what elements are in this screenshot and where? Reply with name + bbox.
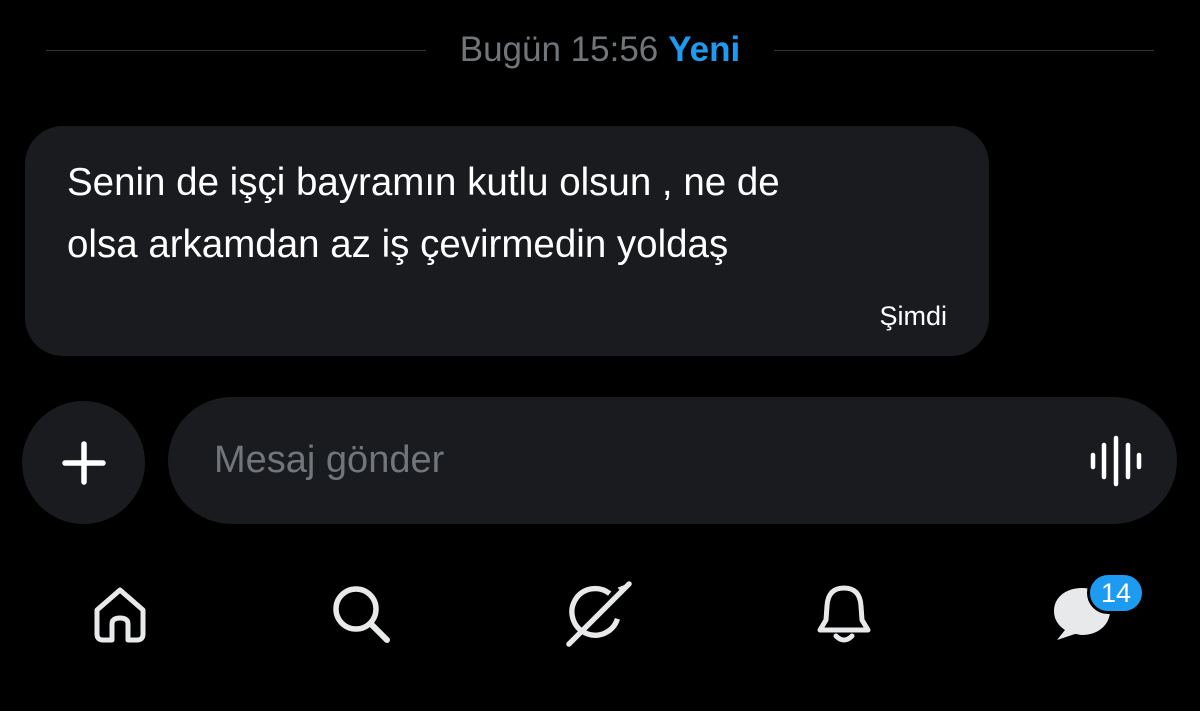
message-composer: [168, 397, 1177, 524]
home-icon: [94, 587, 146, 643]
voice-message-button[interactable]: [1089, 435, 1143, 487]
message-text-line-2: olsa arkamdan az iş çevirmedin yoldaş: [67, 223, 729, 266]
grok-icon: [566, 581, 632, 647]
divider-label: Bugün 15:56 Yeni: [426, 30, 775, 70]
divider-line-left: [46, 49, 426, 51]
message-text: Senin de işçi bayramın kutlu olsun , ne …: [67, 152, 967, 276]
notifications-bell-icon: [817, 585, 871, 643]
unread-messages-badge: 14: [1087, 572, 1145, 614]
message-input[interactable]: [214, 397, 1034, 524]
message-bubble[interactable]: Senin de işçi bayramın kutlu olsun , ne …: [25, 126, 989, 356]
message-timestamp: Şimdi: [879, 301, 947, 331]
nav-notifications[interactable]: [810, 580, 878, 648]
attach-button[interactable]: [22, 401, 145, 524]
nav-grok[interactable]: [565, 580, 633, 648]
search-icon: [333, 586, 390, 643]
nav-home[interactable]: [86, 580, 154, 648]
divider-line-right: [774, 49, 1154, 51]
nav-search[interactable]: [327, 580, 395, 648]
dm-conversation-screen: Bugün 15:56 Yeni Senin de işçi bayramın k…: [0, 0, 1200, 711]
new-messages-label: Yeni: [668, 30, 741, 69]
divider-date: Bugün 15:56: [459, 30, 659, 69]
date-divider: Bugün 15:56 Yeni: [46, 22, 1154, 78]
voice-waveform-icon: [1090, 435, 1142, 487]
plus-icon: [61, 440, 106, 485]
message-text-line-1: Senin de işçi bayramın kutlu olsun , ne …: [67, 161, 780, 204]
